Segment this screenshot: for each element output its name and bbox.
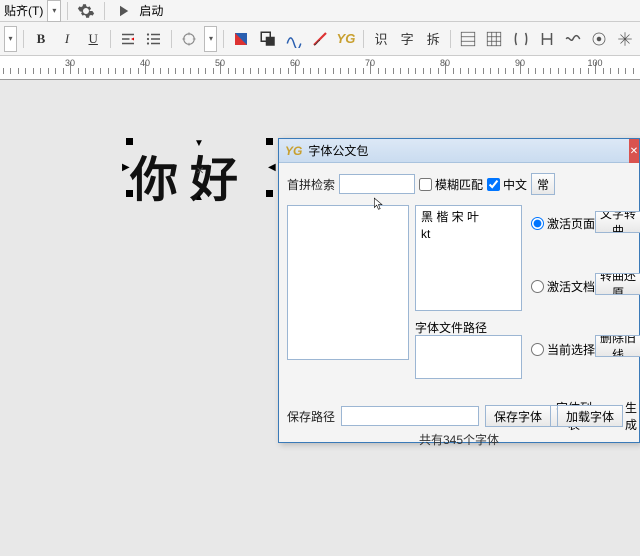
style-dropdown[interactable]: ▾ (4, 26, 17, 52)
horizontal-ruler: // populated below after data loads 3040… (0, 56, 640, 80)
yg-button[interactable]: YG (335, 27, 357, 51)
sel-handle-r[interactable]: ◀ (268, 162, 276, 173)
script-icon[interactable] (509, 27, 531, 51)
side-buttons: 文字转曲 转曲还原 删除旧线 (595, 211, 640, 357)
wave2-icon[interactable] (562, 27, 584, 51)
radio-doc[interactable]: 激活文档 (531, 278, 595, 295)
italic-button[interactable]: I (56, 27, 78, 51)
preview-listbox[interactable]: 黑 楷 宋 叶 kt (415, 205, 522, 311)
ruler-label: 100 (587, 58, 602, 68)
search-input[interactable] (339, 174, 415, 194)
dialog-logo: YG (285, 144, 302, 158)
sel-handle-bl[interactable] (126, 190, 133, 197)
chang-button[interactable]: 常 (531, 173, 555, 195)
sel-handle-l[interactable]: ▶ (122, 162, 130, 173)
save-row: 保存路径 保存字体 加载字体 (287, 405, 623, 427)
path-listbox[interactable] (415, 335, 522, 379)
list-icon[interactable] (143, 27, 165, 51)
shi-button[interactable]: 识 (370, 27, 392, 51)
sel-handle-tr[interactable] (266, 138, 273, 145)
spacing-icon[interactable] (536, 27, 558, 51)
sparkle-icon[interactable] (614, 27, 636, 51)
search-row: 首拼检索 模糊匹配 中文 常 (287, 173, 631, 195)
save-font-button[interactable]: 保存字体 (485, 405, 551, 427)
toolbar-format: ▾ B I U ▾ YG 识 字 拆 (0, 22, 640, 56)
bold-button[interactable]: B (30, 27, 52, 51)
launch-label[interactable]: 启动 (139, 2, 163, 19)
text-to-curve-button[interactable]: 文字转曲 (595, 211, 640, 233)
radio-page-label: 激活页面 (547, 215, 595, 232)
shape-overlap-icon[interactable] (257, 27, 279, 51)
path-label: 字体文件路径 (415, 319, 487, 336)
flag-blue-icon[interactable] (230, 27, 252, 51)
sel-handle-b[interactable]: ▲ (194, 192, 204, 203)
preview-line2: kt (421, 226, 516, 243)
save-path-label: 保存路径 (287, 408, 335, 425)
scope-radios: 激活页面 激活文档 当前选择 (531, 215, 595, 358)
sel-handle-t[interactable]: ▼ (194, 138, 204, 149)
generate-label: 生成 (625, 399, 639, 433)
ruler-label: 70 (365, 58, 375, 68)
ruler-label: 40 (140, 58, 150, 68)
align-menu-label[interactable]: 贴齐(T) (4, 2, 43, 19)
gear-icon[interactable] (74, 0, 98, 23)
wave-red-icon[interactable] (309, 27, 331, 51)
radio-sel[interactable]: 当前选择 (531, 341, 595, 358)
curve-restore-button[interactable]: 转曲还原 (595, 273, 640, 295)
dialog-title-text: 字体公文包 (308, 142, 368, 159)
toolbar-top: 贴齐(T) ▾ 启动 (0, 0, 640, 22)
sel-handle-br[interactable] (266, 190, 273, 197)
crosshair-dropdown[interactable]: ▾ (204, 26, 217, 52)
zi-button[interactable]: 字 (396, 27, 418, 51)
ruler-label: 50 (215, 58, 225, 68)
grid1-icon[interactable] (457, 27, 479, 51)
ruler-label: 80 (440, 58, 450, 68)
ruler-label: 60 (290, 58, 300, 68)
radio-sel-label: 当前选择 (547, 341, 595, 358)
chinese-label: 中文 (503, 176, 527, 193)
preview-line1: 黑 楷 宋 叶 (421, 209, 516, 226)
align-dropdown[interactable]: ▾ (47, 0, 61, 22)
crosshair-icon[interactable] (178, 27, 200, 51)
wave-blue-icon[interactable] (283, 27, 305, 51)
font-briefcase-dialog: YG 字体公文包 ✕ 首拼检索 模糊匹配 中文 常 黑 楷 宋 叶 kt 字体文… (278, 138, 640, 443)
sel-center-icon: ✕ (196, 166, 204, 177)
save-path-input[interactable] (341, 406, 479, 426)
chai-button[interactable]: 拆 (422, 27, 444, 51)
radio-page[interactable]: 激活页面 (531, 215, 595, 232)
indent-left-icon[interactable] (117, 27, 139, 51)
ruler-label: 90 (515, 58, 525, 68)
underline-button[interactable]: U (82, 27, 104, 51)
total-fonts-label: 共有345个字体 (279, 431, 639, 448)
canvas-text[interactable]: 你 好 (130, 140, 238, 210)
dialog-titlebar[interactable]: YG 字体公文包 ✕ (279, 139, 639, 163)
sel-handle-tl[interactable] (126, 138, 133, 145)
load-font-button[interactable]: 加载字体 (557, 405, 623, 427)
ruler-label: 30 (65, 58, 75, 68)
play-icon[interactable] (111, 0, 135, 23)
close-icon[interactable]: ✕ (629, 139, 639, 163)
fuzzy-checkbox[interactable]: 模糊匹配 (419, 176, 483, 193)
target-icon[interactable] (588, 27, 610, 51)
search-label: 首拼检索 (287, 176, 335, 193)
dialog-body: 首拼检索 模糊匹配 中文 常 黑 楷 宋 叶 kt 字体文件路径 激活页面 激活… (279, 163, 639, 442)
grid2-icon[interactable] (483, 27, 505, 51)
fuzzy-label: 模糊匹配 (435, 176, 483, 193)
radio-doc-label: 激活文档 (547, 278, 595, 295)
result-listbox[interactable] (287, 205, 409, 360)
delete-lines-button[interactable]: 删除旧线 (595, 335, 640, 357)
chinese-checkbox[interactable]: 中文 (487, 176, 527, 193)
